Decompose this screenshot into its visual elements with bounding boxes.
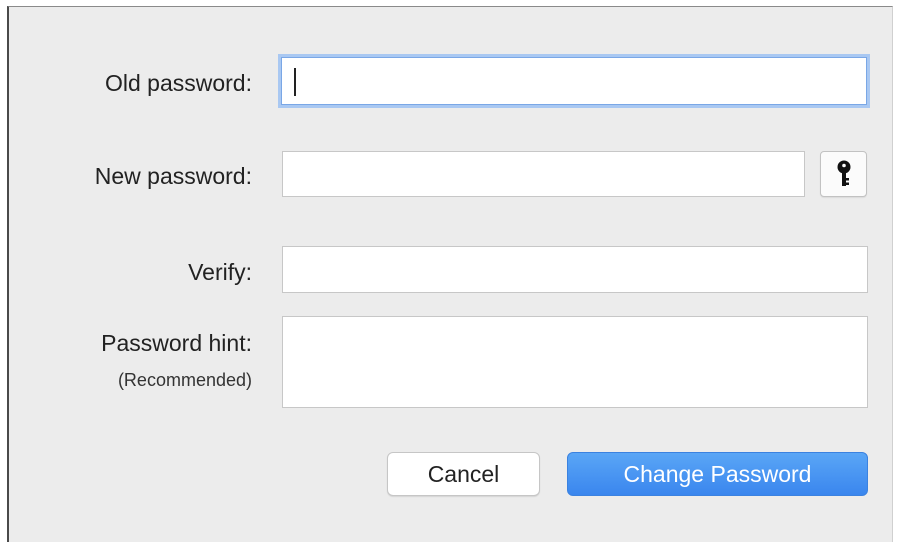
new-password-label: New password: <box>94 163 252 189</box>
password-hint-sublabel: (Recommended) <box>117 370 252 390</box>
key-icon <box>837 160 850 186</box>
new-password-field[interactable] <box>282 151 805 197</box>
old-password-label: Old password: <box>104 70 252 96</box>
verify-label: Verify: <box>188 259 252 285</box>
old-password-field[interactable] <box>281 57 867 105</box>
password-assistant-button[interactable] <box>820 151 867 197</box>
cancel-button[interactable]: Cancel <box>387 452 540 496</box>
change-password-button[interactable]: Change Password <box>567 452 868 496</box>
text-caret <box>294 68 296 96</box>
verify-field[interactable] <box>282 246 868 293</box>
password-hint-label: Password hint: <box>101 330 252 356</box>
password-hint-field[interactable] <box>282 316 868 408</box>
change-password-dialog: Old password: New password: Verify: Pass… <box>7 6 893 542</box>
